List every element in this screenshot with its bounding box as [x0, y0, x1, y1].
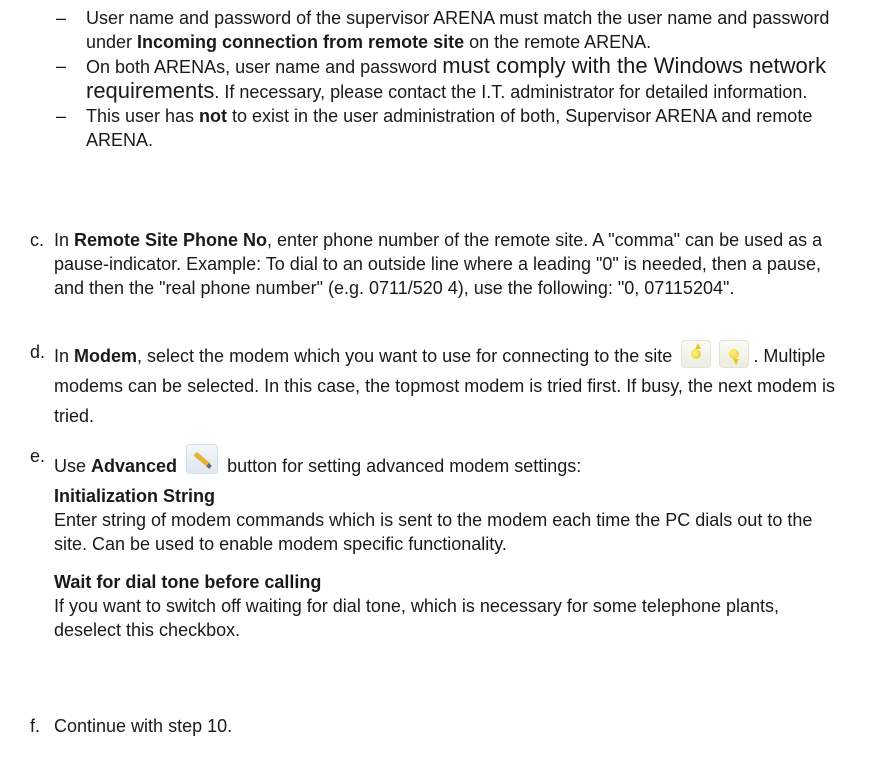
- step-letter: f.: [30, 716, 41, 736]
- step-e: e. Use Advanced button for setting advan…: [30, 444, 850, 642]
- step-c: c. In Remote Site Phone No, enter phone …: [30, 228, 850, 300]
- emphasis-word: not: [199, 106, 228, 126]
- list-text: This user has: [86, 106, 200, 126]
- setting-title: Wait for dial tone before calling: [54, 572, 322, 592]
- list-item: – User name and password of the supervis…: [56, 6, 856, 54]
- list-text: On both ARENAs, user name and password: [86, 57, 443, 77]
- step-letter: d.: [30, 342, 46, 362]
- list-dash: –: [56, 106, 67, 126]
- step-text: Use: [54, 456, 92, 476]
- list-item: – This user has not to exist in the user…: [56, 104, 856, 152]
- ui-term: Advanced: [91, 456, 178, 476]
- step-letter: e.: [30, 446, 46, 466]
- move-up-icon: [681, 340, 712, 368]
- ui-term: Modem: [74, 346, 138, 366]
- setting-title: Initialization String: [54, 486, 215, 506]
- step-text: Continue with step 10.: [54, 716, 233, 736]
- ui-term: Remote Site Phone No: [74, 230, 268, 250]
- step-text: In: [54, 230, 75, 250]
- list-dash: –: [56, 56, 67, 76]
- list-text: . If necessary, please contact the I.T. …: [214, 82, 808, 102]
- step-text: button for setting advanced modem settin…: [222, 456, 582, 476]
- setting-description: Enter string of modem commands which is …: [54, 510, 813, 554]
- list-text: on the remote ARENA.: [464, 32, 652, 52]
- step-text: In: [54, 346, 75, 366]
- list-dash: –: [56, 8, 67, 28]
- setting-description: If you want to switch off waiting for di…: [54, 596, 780, 640]
- step-letter: c.: [30, 230, 45, 250]
- requirements-list: – User name and password of the supervis…: [56, 6, 856, 152]
- step-f: f. Continue with step 10.: [30, 714, 850, 738]
- step-text: , select the modem which you want to use…: [137, 346, 673, 366]
- list-item: – On both ARENAs, user name and password…: [56, 54, 856, 104]
- pencil-edit-icon: [186, 444, 219, 474]
- ui-term: Incoming connection from remote site: [137, 32, 465, 52]
- move-down-icon: [719, 340, 750, 368]
- step-d: d. In Modem, select the modem which you …: [30, 340, 850, 431]
